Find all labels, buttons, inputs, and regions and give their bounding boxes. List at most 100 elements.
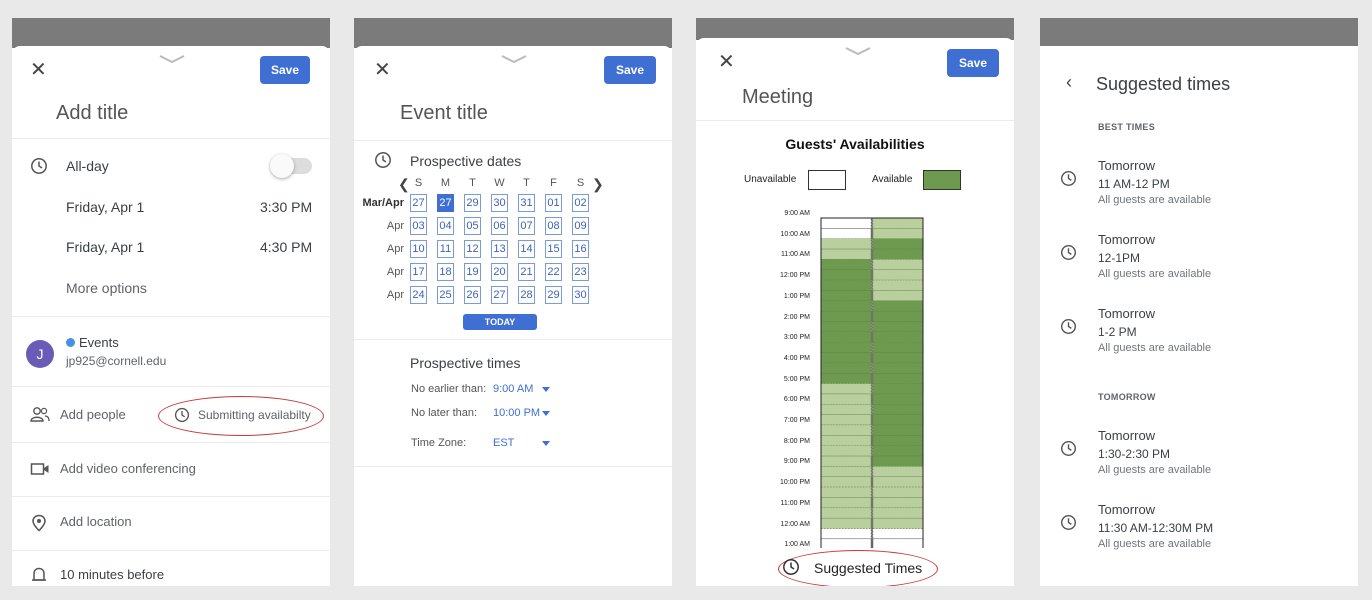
suggestion-day[interactable]: Tomorrow <box>1098 502 1155 517</box>
calendar-day[interactable]: 05 <box>464 217 481 235</box>
calendar-day[interactable]: 16 <box>572 240 589 258</box>
calendar-day[interactable]: 01 <box>545 194 562 212</box>
add-people-button[interactable]: Add people <box>60 407 126 422</box>
submitting-availability-button[interactable]: Submitting availabilty <box>198 408 311 422</box>
title-input[interactable]: Add title <box>56 102 128 125</box>
drag-handle-icon[interactable] <box>158 54 186 64</box>
close-icon[interactable]: ✕ <box>718 52 735 72</box>
calendar-day[interactable]: 10 <box>410 240 427 258</box>
availability-slot <box>872 310 924 322</box>
availability-slot <box>872 507 924 519</box>
close-icon[interactable]: ✕ <box>374 60 391 80</box>
legend-available-swatch <box>923 170 961 190</box>
calendar-day[interactable]: 27 <box>491 286 508 304</box>
no-later-select[interactable]: 10:00 PM <box>493 407 540 419</box>
calendar-day[interactable]: 08 <box>545 217 562 235</box>
end-date[interactable]: Friday, Apr 1 <box>66 239 144 255</box>
calendar-day[interactable]: 31 <box>518 194 535 212</box>
start-time[interactable]: 3:30 PM <box>260 199 312 215</box>
save-button[interactable]: Save <box>604 56 656 84</box>
availability-slot <box>872 528 924 540</box>
calendar-day[interactable]: 21 <box>518 263 535 281</box>
calendar-day[interactable]: 06 <box>491 217 508 235</box>
chevron-right-icon[interactable]: ❯ <box>592 176 604 193</box>
calendar-day[interactable]: 24 <box>410 286 427 304</box>
divider <box>696 120 1014 121</box>
start-date[interactable]: Friday, Apr 1 <box>66 199 144 215</box>
calendar-day[interactable]: 27 <box>410 194 427 212</box>
dropdown-caret-icon[interactable] <box>542 441 550 446</box>
calendar-day[interactable]: 07 <box>518 217 535 235</box>
calendar-day[interactable]: 12 <box>464 240 481 258</box>
suggestion-day[interactable]: Tomorrow <box>1098 306 1155 321</box>
calendar-day[interactable]: 30 <box>572 286 589 304</box>
availability-slot <box>820 248 872 260</box>
calendar-day[interactable]: 20 <box>491 263 508 281</box>
calendar-day[interactable]: 09 <box>572 217 589 235</box>
suggestion-note: All guests are available <box>1098 268 1212 280</box>
calendar-day[interactable]: 11 <box>437 240 454 258</box>
more-options-link[interactable]: More options <box>66 280 147 296</box>
no-earlier-select[interactable]: 9:00 AM <box>493 383 533 395</box>
calendar-day[interactable]: 22 <box>545 263 562 281</box>
calendar-day[interactable]: 02 <box>572 194 589 212</box>
suggestion-time[interactable]: 1:30-2:30 PM <box>1098 447 1170 461</box>
availability-slot <box>820 486 872 498</box>
calendar-day[interactable]: 25 <box>437 286 454 304</box>
availability-slot <box>872 466 924 477</box>
availability-slot <box>872 269 924 281</box>
calendar-day[interactable]: 19 <box>464 263 481 281</box>
event-sheet: ✕ Save Event title Prospective dates ❮ ❯… <box>354 46 672 586</box>
suggestion-time[interactable]: 11:30 AM-12:30M PM <box>1098 521 1213 535</box>
calendar-day[interactable]: 18 <box>437 263 454 281</box>
calendar-day[interactable]: 29 <box>464 194 481 212</box>
dropdown-caret-icon[interactable] <box>542 387 550 392</box>
calendar-day[interactable]: 30 <box>491 194 508 212</box>
calendar-day[interactable]: 13 <box>491 240 508 258</box>
event-sheet: ✕ Save Meeting Guests' Availabilities Un… <box>696 38 1014 586</box>
suggestion-time[interactable]: 12-1PM <box>1098 251 1140 265</box>
suggestion-day[interactable]: Tomorrow <box>1098 232 1155 247</box>
calendar-day[interactable]: 28 <box>518 286 535 304</box>
back-chevron-icon[interactable]: ‹ <box>1066 72 1072 93</box>
event-title[interactable]: Meeting <box>742 86 813 109</box>
allday-toggle[interactable] <box>270 153 312 178</box>
calendar-day[interactable]: 04 <box>437 217 454 235</box>
suggestion-day[interactable]: Tomorrow <box>1098 158 1155 173</box>
calendar-name[interactable]: Events <box>79 335 119 350</box>
dropdown-caret-icon[interactable] <box>542 411 550 416</box>
calendar-day[interactable]: 26 <box>464 286 481 304</box>
suggestion-time[interactable]: 1-2 PM <box>1098 325 1137 339</box>
save-button[interactable]: Save <box>947 49 999 77</box>
title-input[interactable]: Event title <box>400 102 488 125</box>
calendar-day[interactable]: 14 <box>518 240 535 258</box>
timezone-select[interactable]: EST <box>493 437 514 449</box>
suggested-times-button[interactable]: Suggested Times <box>814 560 922 576</box>
end-time[interactable]: 4:30 PM <box>260 239 312 255</box>
calendar-day[interactable]: 29 <box>545 286 562 304</box>
reminder-setting[interactable]: 10 minutes before <box>60 567 164 582</box>
drag-handle-icon[interactable] <box>500 54 528 64</box>
calendar-day[interactable]: 03 <box>410 217 427 235</box>
calendar-day[interactable]: 15 <box>545 240 562 258</box>
no-later-label: No later than: <box>411 407 478 419</box>
calendar-day[interactable]: 17 <box>410 263 427 281</box>
chevron-left-icon[interactable]: ❮ <box>398 176 410 193</box>
availability-slot <box>872 238 924 250</box>
save-button[interactable]: Save <box>260 56 310 84</box>
no-earlier-label: No earlier than: <box>411 383 487 395</box>
drag-handle-icon[interactable] <box>844 46 872 56</box>
today-button[interactable]: TODAY <box>463 314 537 330</box>
calendar-day-selected[interactable]: 27 <box>437 194 454 212</box>
close-icon[interactable]: ✕ <box>30 60 47 80</box>
availability-slot <box>820 466 872 477</box>
availability-slot <box>820 373 872 384</box>
weekday-label: W <box>494 177 505 189</box>
suggestion-day[interactable]: Tomorrow <box>1098 428 1155 443</box>
availability-slot <box>820 331 872 343</box>
add-location-button[interactable]: Add location <box>60 514 132 529</box>
availability-slot <box>872 290 924 301</box>
suggestion-time[interactable]: 11 AM-12 PM <box>1098 177 1170 191</box>
add-video-conferencing-button[interactable]: Add video conferencing <box>60 461 196 476</box>
calendar-day[interactable]: 23 <box>572 263 589 281</box>
